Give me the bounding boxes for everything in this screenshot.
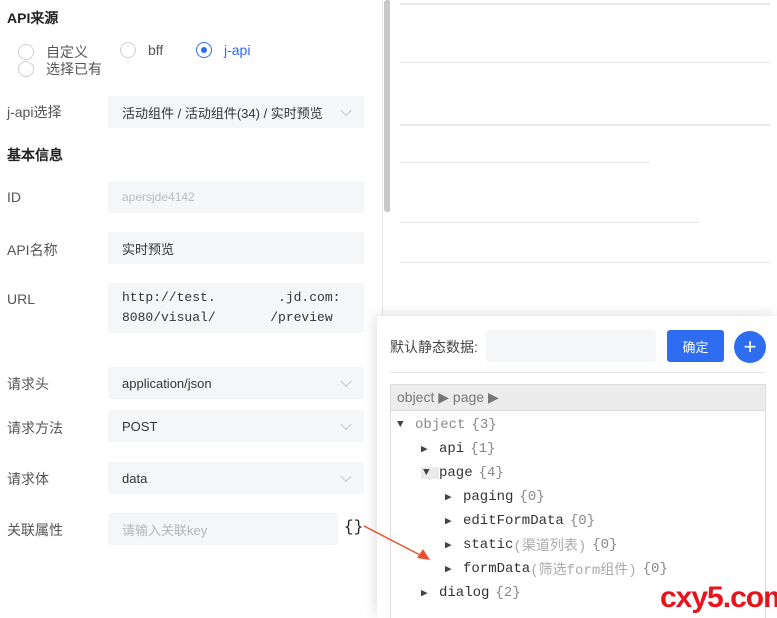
expand-icon: ▶ [445, 492, 452, 504]
tree-count: {3} [471, 417, 497, 433]
api-name-label: API名称 [7, 242, 58, 258]
radio-checked-icon [196, 42, 212, 58]
header-select[interactable]: application/json [108, 367, 364, 399]
add-icon[interactable]: + [734, 331, 766, 363]
preview-divider [400, 162, 650, 163]
basic-info-title: 基本信息 [7, 147, 63, 163]
tree-key: formData [463, 561, 531, 577]
api-config-form: API来源 自定义 bff j-api 选择已有 j-api选择 活动组件 / … [0, 0, 380, 618]
tree-description: (筛选form组件) [530, 563, 637, 579]
tree-count: {2} [495, 585, 521, 601]
related-label: 关联属性 [7, 522, 63, 538]
confirm-button[interactable]: 确定 [667, 330, 724, 362]
tree-count: {0} [592, 537, 618, 553]
static-data-label: 默认静态数据: [390, 339, 478, 355]
tree-count: {0} [569, 513, 596, 529]
tree-key: dialog [439, 585, 490, 601]
id-value: apersjde4142 [122, 190, 195, 204]
tree-node-api[interactable]: ▶ api {1} [421, 438, 495, 460]
url-textarea[interactable]: http://test. .jd.com: 8080/visual/ /prev… [108, 283, 364, 333]
annotation-arrow-icon [363, 525, 430, 560]
preview-divider [400, 62, 770, 63]
radio-japi[interactable]: j-api [196, 42, 250, 58]
id-label: ID [7, 189, 21, 205]
static-data-popup: 默认静态数据: 确定 + object ▶ page ▶ ▼ object {3… [377, 316, 777, 618]
radio-japi-label: j-api [224, 42, 251, 58]
url-line-2: 8080/visual/ /preview [122, 310, 333, 325]
expand-icon: ▶ [421, 444, 428, 456]
method-value: POST [122, 418, 158, 434]
body-select[interactable]: data [108, 462, 364, 494]
preview-divider [400, 3, 770, 5]
id-field: apersjde4142 [108, 181, 364, 213]
tree-description: (渠道列表) [513, 539, 587, 555]
json-breadcrumb[interactable]: object ▶ page ▶ [391, 385, 765, 411]
tree-key: page [439, 465, 473, 481]
api-source-title: API来源 [7, 10, 59, 26]
related-key-placeholder: 请输入关联key [122, 522, 208, 538]
tree-key: api [439, 441, 465, 457]
body-label: 请求体 [7, 471, 49, 487]
tree-count: {1} [470, 441, 496, 457]
watermark: cxy5.com [660, 581, 777, 614]
japi-select-value: 活动组件 / 活动组件(34) / 实时预览 [122, 105, 323, 121]
preview-area [390, 0, 777, 320]
tree-node-paging[interactable]: ▶ paging {0} [445, 486, 545, 508]
radio-bff-label: bff [148, 42, 164, 58]
expand-icon: ▶ [445, 540, 452, 552]
tree-node-object[interactable]: ▼ object {3} [397, 414, 497, 436]
method-select[interactable]: POST [108, 410, 364, 442]
tree-count: {4} [478, 465, 504, 481]
tree-count: {0} [642, 561, 668, 577]
radio-bff[interactable]: bff [120, 42, 163, 58]
api-name-value: 实时预览 [122, 241, 175, 257]
expand-icon: ▶ [445, 564, 452, 576]
radio-select-existing[interactable]: 选择已有 [18, 59, 102, 79]
tree-key: editFormData [463, 513, 564, 529]
collapse-icon: ▼ [421, 467, 439, 479]
radio-icon [18, 61, 34, 77]
preview-divider [400, 222, 700, 223]
tree-count: {0} [519, 489, 545, 505]
radio-icon [120, 42, 136, 58]
tree-node-editformdata[interactable]: ▶ editFormData {0} [445, 510, 595, 532]
tree-key: paging [463, 489, 514, 505]
api-name-input[interactable]: 实时预览 [108, 232, 364, 264]
popup-separator [390, 372, 765, 373]
expand-icon: ▶ [445, 516, 452, 528]
url-label: URL [7, 291, 36, 307]
related-key-input[interactable]: 请输入关联key [108, 513, 338, 545]
preview-divider [400, 124, 770, 126]
collapse-icon: ▼ [397, 419, 404, 431]
radio-icon [18, 44, 34, 60]
header-value: application/json [122, 375, 212, 391]
preview-divider [400, 262, 770, 263]
tree-key: static [463, 537, 514, 553]
body-value: data [122, 470, 148, 486]
tree-node-page[interactable]: ▼ page {4} [421, 462, 504, 484]
tree-key: object [415, 417, 466, 433]
radio-select-existing-label: 选择已有 [46, 61, 102, 77]
tree-node-dialog[interactable]: ▶ dialog {2} [421, 582, 521, 604]
expand-icon: ▶ [421, 588, 428, 600]
static-data-input[interactable] [486, 330, 656, 362]
url-line-1: http://test. .jd.com: [122, 290, 341, 305]
japi-select-label: j-api选择 [7, 104, 62, 120]
tree-node-static[interactable]: ▶ static (渠道列表) {0} [445, 534, 617, 556]
method-label: 请求方法 [7, 420, 63, 436]
japi-select[interactable]: 活动组件 / 活动组件(34) / 实时预览 [108, 96, 364, 128]
tree-node-formdata[interactable]: ▶ formData (筛选form组件) {0} [445, 558, 668, 580]
header-label: 请求头 [7, 376, 49, 392]
